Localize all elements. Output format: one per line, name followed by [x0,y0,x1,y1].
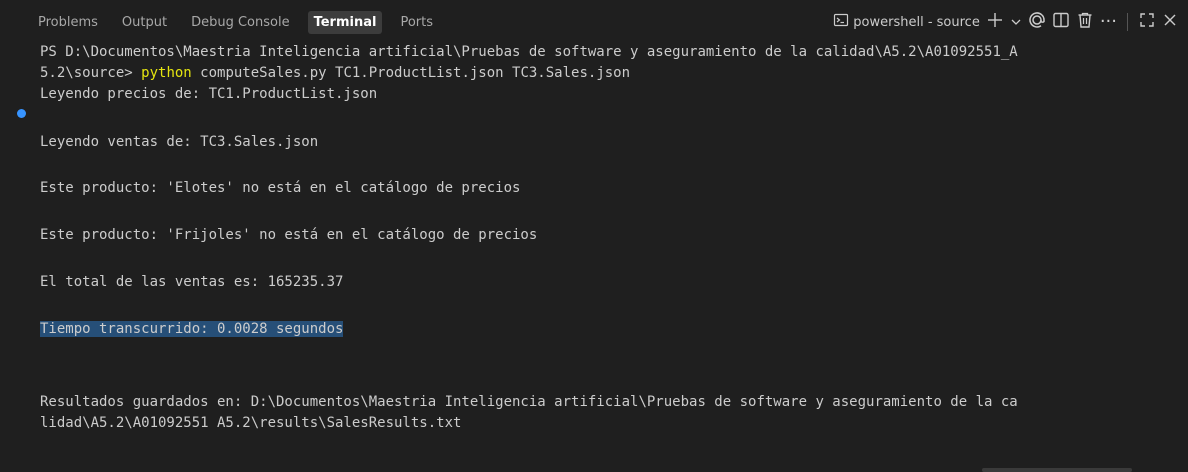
terminal-toolbar: powershell - source ··· [833,0,1178,44]
split-icon [1052,11,1070,33]
more-icon: ··· [1099,11,1117,32]
close-icon [1162,12,1178,32]
command-python: python [141,65,192,81]
tab-debug-console[interactable]: Debug Console [185,11,296,34]
output-total-sales: El total de las ventas es: 165235.37 [40,274,344,290]
split-terminal-button[interactable] [1052,10,1070,34]
tab-terminal[interactable]: Terminal [307,10,383,34]
panel-tabs: Problems Output Debug Console Terminal P… [0,0,451,44]
horizontal-scrollbar[interactable] [982,468,1132,472]
terminal-panel: Problems Output Debug Console Terminal P… [0,0,1188,472]
output-missing-product-1: Este producto: 'Elotes' no está en el ca… [40,180,521,196]
tab-output[interactable]: Output [116,11,173,34]
command-success-dot[interactable] [17,109,26,118]
plus-icon [986,11,1004,33]
terminal-name: powershell - source [853,14,980,30]
trash-icon [1076,11,1094,33]
output-missing-product-2: Este producto: 'Frijoles' no está en el … [40,227,538,243]
terminal-output[interactable]: PS D:\Documentos\Maestria Inteligencia a… [0,44,1188,472]
output-sales: Leyendo ventas de: TC3.Sales.json [40,134,319,150]
new-terminal-button[interactable] [986,10,1004,34]
tab-ports[interactable]: Ports [394,11,439,34]
output-elapsed-time: Tiempo transcurrido: 0.0028 segundos [40,319,344,340]
copilot-icon [1028,11,1046,33]
kill-terminal-button[interactable] [1076,10,1094,34]
output-saved-path-1: Resultados guardados en: D:\Documentos\M… [40,394,1018,410]
command-arguments: computeSales.py TC1.ProductList.json TC3… [191,65,631,81]
launch-profile-dropdown[interactable] [1010,10,1022,34]
chevron-down-icon [1010,13,1022,32]
output-saved-path-2: lidad\A5.2\A01092551 A5.2\results\SalesR… [40,415,462,431]
selected-text: Tiempo transcurrido: 0.0028 segundos [40,321,344,337]
close-panel-button[interactable] [1162,10,1178,34]
maximize-icon [1138,11,1156,33]
output-prices: Leyendo precios de: TC1.ProductList.json [40,86,378,102]
prompt-path-line: PS D:\Documentos\Maestria Inteligencia a… [40,44,1018,60]
toolbar-divider [1127,13,1128,31]
prompt-suffix: 5.2\source> [40,65,142,81]
maximize-panel-button[interactable] [1138,10,1156,34]
more-actions-button[interactable]: ··· [1100,10,1117,34]
copilot-button[interactable] [1028,10,1046,34]
terminal-icon [833,12,849,32]
tab-problems[interactable]: Problems [32,11,104,34]
command-line: 5.2\source> python computeSales.py TC1.P… [40,63,630,84]
terminal-selector[interactable]: powershell - source [833,10,980,34]
